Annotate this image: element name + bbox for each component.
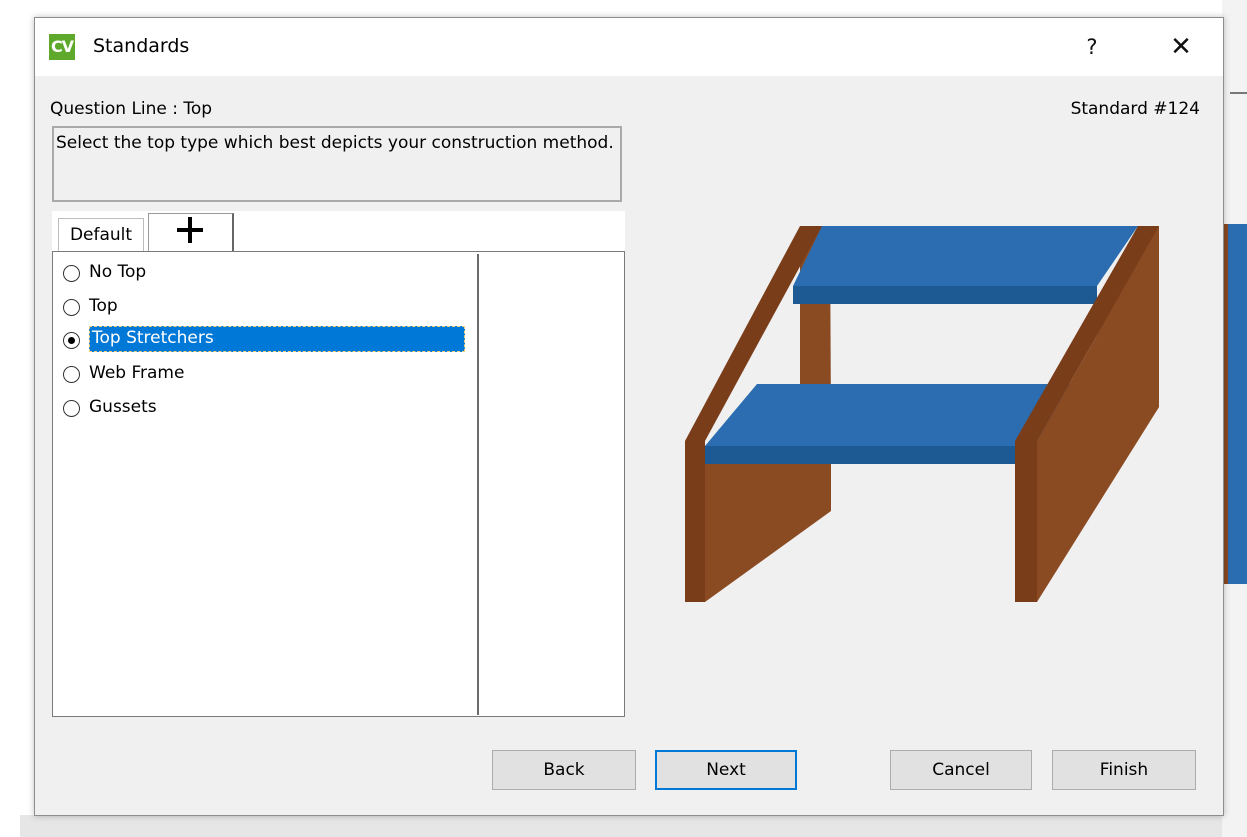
options-list: No Top Top Top Stretchers Web Frame Guss… — [52, 251, 625, 717]
cancel-button[interactable]: Cancel — [890, 750, 1032, 790]
background-app-edge — [1222, 0, 1247, 837]
tab-strip: Default — [52, 211, 625, 251]
question-line-label: Question Line : Top — [50, 99, 213, 119]
radio-button[interactable] — [63, 265, 80, 282]
radio-button[interactable] — [63, 400, 80, 417]
standards-dialog: CV Standards ? ✕ Question Line : Top Sta… — [34, 17, 1224, 816]
option-label: No Top — [89, 262, 147, 282]
add-tab-button[interactable] — [148, 213, 234, 251]
radio-button-checked[interactable] — [63, 332, 80, 349]
option-label: Top — [89, 296, 118, 316]
side-panel-edge — [1015, 441, 1037, 602]
background-app-strip — [20, 815, 1247, 837]
background-divider — [1230, 92, 1247, 94]
next-button[interactable]: Next — [655, 750, 797, 790]
finish-button[interactable]: Finish — [1052, 750, 1196, 790]
title-bar: CV Standards ? ✕ — [35, 18, 1223, 76]
question-description: Select the top type which best depicts y… — [52, 126, 622, 202]
help-button[interactable]: ? — [1075, 30, 1109, 64]
radio-button[interactable] — [63, 366, 80, 383]
option-label-selected: Top Stretchers — [89, 326, 465, 352]
list-divider — [477, 254, 479, 715]
tab-default[interactable]: Default — [58, 218, 144, 251]
standard-number-label: Standard #124 — [1070, 99, 1200, 119]
stretcher-front — [793, 286, 1097, 304]
dialog-title: Standards — [93, 35, 190, 57]
radio-button[interactable] — [63, 299, 80, 316]
option-label: Web Frame — [89, 363, 185, 383]
option-label: Gussets — [89, 397, 157, 417]
back-button[interactable]: Back — [492, 750, 636, 790]
background-image-fragment — [1228, 224, 1247, 584]
stretcher-top — [793, 226, 1138, 286]
top-stretchers-illustration — [685, 226, 1159, 602]
close-button[interactable]: ✕ — [1161, 30, 1201, 64]
stretcher-front — [705, 446, 1035, 464]
app-logo-icon: CV — [49, 34, 75, 60]
